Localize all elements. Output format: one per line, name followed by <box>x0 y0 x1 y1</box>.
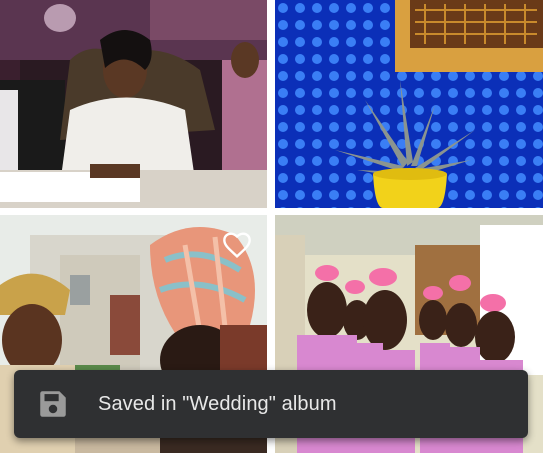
photo-tile-bride[interactable] <box>0 0 267 208</box>
aloe-plant-blue-wall-photo <box>275 0 543 208</box>
saved-snackbar: Saved in "Wedding" album <box>14 370 528 438</box>
photo-tile-aloe[interactable] <box>275 0 543 208</box>
bride-signing-photo <box>0 0 267 208</box>
heart-outline-icon[interactable] <box>221 229 253 261</box>
save-icon <box>40 391 66 417</box>
snackbar-message: Saved in "Wedding" album <box>98 392 337 415</box>
heart-outline-icon[interactable] <box>497 229 529 261</box>
